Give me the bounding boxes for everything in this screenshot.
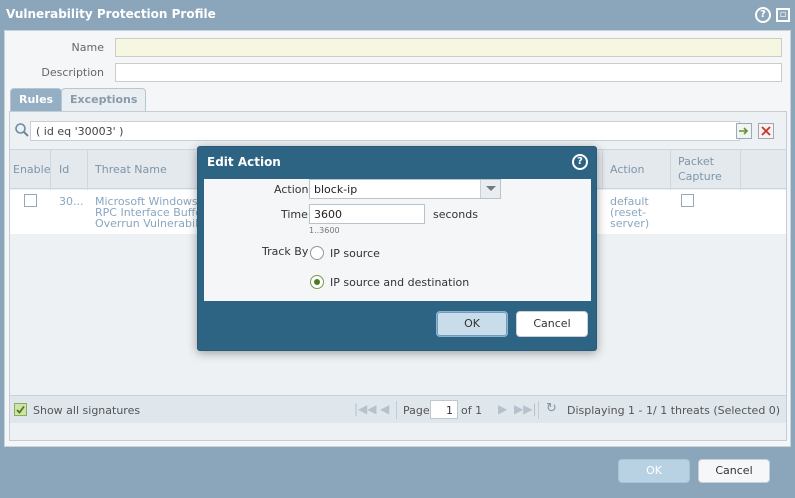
column-packet-capture[interactable]: Packet — [678, 155, 714, 168]
page-number-input[interactable]: 1 — [430, 400, 458, 419]
ip-source-label[interactable]: IP source — [330, 247, 380, 260]
column-action[interactable]: Action — [610, 163, 644, 176]
dialog-cancel-button[interactable]: Cancel — [516, 311, 588, 337]
apply-filter-icon[interactable] — [736, 123, 752, 139]
prev-page-icon[interactable]: ◀ — [380, 402, 389, 416]
displaying-status: Displaying 1 - 1/ 1 threats (Selected 0) — [567, 404, 781, 417]
action-label: Action — [274, 183, 309, 196]
dialog-title: Edit Action — [207, 155, 281, 169]
column-id[interactable]: Id — [59, 163, 69, 176]
cancel-button[interactable]: Cancel — [698, 459, 770, 483]
grid-footer: Show all signatures |◀◀ ◀ Page 1 of 1 ▶ … — [10, 395, 786, 423]
refresh-icon[interactable]: ↻ — [546, 401, 557, 416]
search-input[interactable]: ( id eq '30003' ) — [30, 121, 740, 141]
tab-exceptions[interactable]: Exceptions — [61, 88, 147, 112]
dialog-body: Action block-ip Time 3600 seconds 1..360… — [204, 179, 591, 301]
chevron-down-icon[interactable] — [480, 180, 500, 198]
page-total: of 1 — [461, 404, 483, 417]
ip-source-radio[interactable] — [310, 246, 324, 260]
search-query: ( id eq '30003' ) — [36, 125, 124, 138]
action-link-line3[interactable]: server) — [610, 218, 649, 229]
action-select-value: block-ip — [314, 183, 358, 196]
next-page-icon[interactable]: ▶ — [498, 402, 507, 416]
ip-source-destination-label[interactable]: IP source and destination — [330, 276, 469, 289]
ip-source-destination-radio[interactable] — [310, 275, 324, 289]
description-input[interactable] — [115, 63, 782, 82]
column-packet-capture-line2: Capture — [678, 170, 722, 183]
description-label: Description — [41, 66, 104, 79]
dialog-ok-button[interactable]: OK — [436, 311, 508, 337]
last-page-icon[interactable]: ▶▶| — [514, 402, 537, 416]
time-input[interactable]: 3600 — [309, 204, 425, 224]
page-number-value: 1 — [446, 404, 453, 417]
clear-filter-icon[interactable] — [758, 123, 774, 139]
page-label: Page — [403, 404, 430, 417]
time-value: 3600 — [314, 208, 342, 221]
trackby-label: Track By — [262, 245, 309, 258]
action-select[interactable]: block-ip — [309, 179, 501, 199]
edit-action-dialog: Edit Action ? Action block-ip Time 3600 … — [197, 146, 597, 351]
maximize-icon[interactable]: ▫ — [776, 8, 790, 22]
column-threat-name[interactable]: Threat Name — [95, 163, 167, 176]
dialog-help-icon[interactable]: ? — [572, 154, 588, 170]
column-enable[interactable]: Enable — [13, 163, 50, 176]
name-label: Name — [71, 41, 104, 54]
tab-rules[interactable]: Rules — [10, 88, 63, 112]
row-enable-checkbox[interactable] — [24, 194, 37, 207]
show-all-label[interactable]: Show all signatures — [33, 404, 140, 417]
show-all-checkbox[interactable] — [14, 403, 27, 416]
name-input[interactable] — [115, 38, 782, 57]
threat-id-link[interactable]: 30... — [59, 196, 84, 207]
time-label: Time — [281, 208, 308, 221]
time-hint: 1..3600 — [309, 226, 340, 235]
help-icon[interactable]: ? — [755, 7, 771, 23]
packet-capture-checkbox[interactable] — [681, 194, 694, 207]
time-unit: seconds — [433, 208, 478, 221]
window-titlebar: Vulnerability Protection Profile ? ▫ — [0, 0, 795, 30]
first-page-icon[interactable]: |◀◀ — [354, 402, 377, 416]
ok-button[interactable]: OK — [618, 459, 690, 483]
window-title: Vulnerability Protection Profile — [6, 7, 216, 21]
threat-name-line[interactable]: Overrun Vulnerabili — [95, 218, 201, 229]
